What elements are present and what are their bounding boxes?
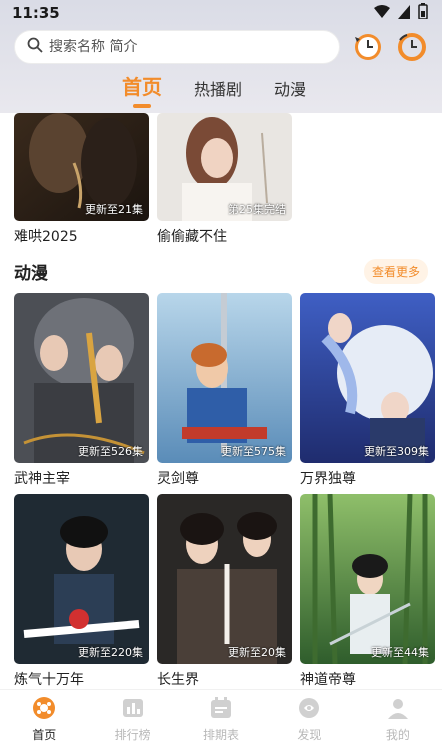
anime-section-header: 动漫 查看更多	[14, 256, 428, 286]
video-thumbnail[interactable]: 更新至309集	[300, 293, 435, 463]
content-feed: 更新至21集 难哄2025 第25集完结 偷偷藏不住 动漫 查看更多 更新至52…	[0, 113, 442, 689]
bottom-nav: 首页 排行榜 排期表 发现 我的	[0, 689, 442, 747]
video-card[interactable]: 更新至20集 长生界	[157, 494, 292, 689]
video-title: 神道帝尊	[300, 672, 356, 688]
video-thumbnail[interactable]: 更新至44集	[300, 494, 435, 664]
search-icon	[27, 37, 43, 57]
search-box[interactable]	[14, 30, 340, 64]
tab-hot-drama[interactable]: 热播剧	[194, 76, 242, 108]
video-thumbnail[interactable]: 更新至20集	[157, 494, 292, 664]
status-icons	[374, 3, 428, 23]
video-title: 炼气十万年	[14, 672, 84, 688]
anime-row-2: 更新至220集 炼气十万年 更新至20集 长生界 更新至44集 神道帝尊	[14, 494, 435, 689]
video-title: 武神主宰	[14, 471, 70, 487]
video-thumbnail[interactable]: 第25集完结	[157, 113, 292, 221]
episode-badge: 更新至220集	[78, 646, 143, 659]
video-card[interactable]: 更新至575集 灵剑尊	[157, 293, 292, 488]
status-bar: 11:35	[0, 0, 442, 26]
video-card[interactable]: 更新至526集 武神主宰	[14, 293, 149, 488]
section-title: 动漫	[14, 263, 48, 284]
episode-badge: 更新至21集	[85, 203, 143, 216]
video-title: 长生界	[157, 672, 199, 688]
category-tabs: 首页 热播剧 动漫	[0, 64, 442, 108]
tab-home[interactable]: 首页	[122, 71, 162, 108]
nav-ranking[interactable]: 排行榜	[88, 690, 176, 747]
recent-watch-icon[interactable]	[396, 31, 428, 63]
search-input[interactable]	[49, 39, 309, 55]
ranking-icon	[120, 695, 146, 724]
episode-badge: 更新至575集	[221, 445, 286, 458]
wifi-icon	[374, 4, 390, 23]
nav-label: 首页	[32, 727, 57, 742]
video-card[interactable]: 更新至21集 难哄2025	[14, 113, 149, 246]
home-icon	[31, 695, 57, 724]
video-card[interactable]: 更新至220集 炼气十万年	[14, 494, 149, 689]
nav-discover[interactable]: 发现	[265, 690, 353, 747]
battery-icon	[418, 3, 428, 23]
schedule-icon	[208, 695, 234, 724]
episode-badge: 更新至20集	[228, 646, 286, 659]
tab-anime[interactable]: 动漫	[274, 76, 306, 108]
nav-label: 我的	[385, 727, 410, 742]
video-thumbnail[interactable]: 更新至220集	[14, 494, 149, 664]
top-header: 11:35 首页 热播剧 动漫	[0, 0, 442, 113]
episode-badge: 更新至526集	[78, 445, 143, 458]
video-thumbnail[interactable]: 更新至526集	[14, 293, 149, 463]
episode-badge: 更新至309集	[364, 445, 429, 458]
episode-badge: 第25集完结	[228, 203, 286, 216]
episode-badge: 更新至44集	[371, 646, 429, 659]
video-thumbnail[interactable]: 更新至575集	[157, 293, 292, 463]
nav-label: 排期表	[203, 727, 240, 742]
video-title: 偷偷藏不住	[157, 229, 227, 245]
discover-icon	[296, 695, 322, 724]
video-title: 灵剑尊	[157, 471, 199, 487]
anime-row-1: 更新至526集 武神主宰 更新至575集 灵剑尊 更新至309集 万界独尊	[14, 293, 435, 488]
nav-home[interactable]: 首页	[0, 690, 88, 747]
history-icon[interactable]	[352, 31, 384, 63]
nav-label: 发现	[297, 727, 322, 742]
video-card[interactable]: 第25集完结 偷偷藏不住	[157, 113, 292, 246]
video-card[interactable]: 更新至309集 万界独尊	[300, 293, 435, 488]
status-time: 11:35	[12, 4, 60, 22]
drama-row: 更新至21集 难哄2025 第25集完结 偷偷藏不住	[14, 113, 292, 246]
nav-label: 排行榜	[114, 727, 151, 742]
video-card[interactable]: 更新至44集 神道帝尊	[300, 494, 435, 689]
video-title: 万界独尊	[300, 471, 356, 487]
video-thumbnail[interactable]: 更新至21集	[14, 113, 149, 221]
nav-profile[interactable]: 我的	[354, 690, 442, 747]
profile-icon	[385, 695, 411, 724]
signal-icon	[398, 4, 410, 23]
nav-schedule[interactable]: 排期表	[177, 690, 265, 747]
see-more-button[interactable]: 查看更多	[363, 258, 428, 284]
video-title: 难哄2025	[14, 229, 78, 245]
